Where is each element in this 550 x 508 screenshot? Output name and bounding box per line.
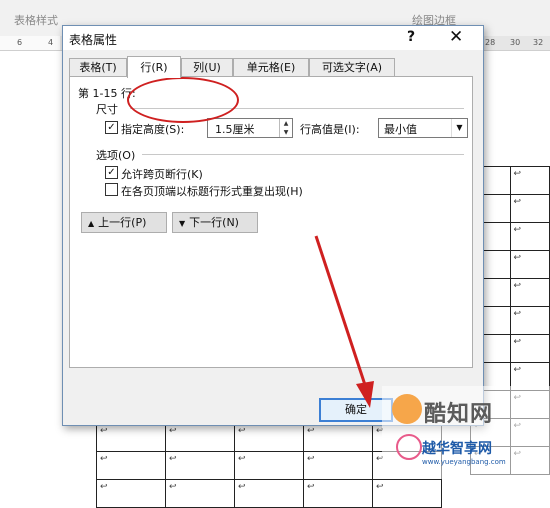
- table-cell[interactable]: ↩: [372, 479, 442, 508]
- arrow-shaft: [314, 235, 368, 389]
- watermark-site-name: 越华智享网: [422, 441, 492, 457]
- table-cell[interactable]: ↩: [96, 479, 166, 508]
- brand-logo-icon: [392, 394, 422, 424]
- wifi-logo-icon: [396, 434, 422, 460]
- watermark-brand: 酷知网: [424, 402, 494, 427]
- tab-row[interactable]: 行(R): [127, 56, 181, 78]
- table-cell[interactable]: ↩: [234, 479, 304, 508]
- watermark: 酷知网 越华智享网 www.yueyangbang.com: [382, 386, 550, 479]
- table-row: ↩ ↩ ↩ ↩ ↩: [96, 479, 442, 508]
- arrow-head: [356, 381, 374, 408]
- watermark-url: www.yueyangbang.com: [422, 458, 506, 466]
- table-cell[interactable]: ↩: [303, 479, 373, 508]
- table-cell[interactable]: ↩: [165, 479, 235, 508]
